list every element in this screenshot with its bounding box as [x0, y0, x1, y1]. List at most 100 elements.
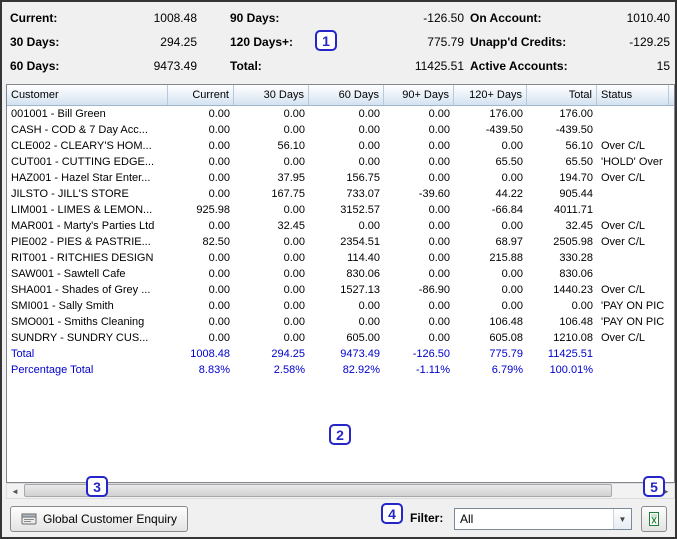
cell-d90: 0.00 [428, 268, 450, 280]
cell-customer: PIE002 - PIES & PASTRIE... [11, 236, 151, 248]
column-header-status[interactable]: Status [597, 85, 669, 105]
cell-status [597, 106, 669, 122]
column-header-d60[interactable]: 60 Days [309, 85, 384, 105]
cell-customer: HAZ001 - Hazel Star Enter... [11, 172, 151, 184]
annotation-badge-1: 1 [315, 30, 337, 51]
cell-status [597, 202, 669, 218]
cell-d90: -86.90 [418, 284, 450, 296]
column-header-d120[interactable]: 120+ Days [454, 85, 527, 105]
global-customer-enquiry-button[interactable]: Global Customer Enquiry [10, 506, 189, 532]
column-header-current[interactable]: Current [168, 85, 234, 105]
scrollbar-track[interactable] [23, 484, 658, 498]
cell-d90: 0.00 [428, 124, 450, 136]
table-row[interactable]: JILSTO - JILL'S STORE 0.00 167.75 733.07 -39… [7, 186, 674, 202]
table-total-row[interactable]: Total 1008.48 294.25 9473.49 -126.50 775.79 11… [7, 346, 674, 362]
cell-customer: SAW001 - Sawtell Cafe [11, 268, 126, 280]
cell-d60: 0.00 [358, 108, 380, 120]
table-row[interactable]: SUNDRY - SUNDRY CUS... 0.00 0.00 605.00 0.00… [7, 330, 674, 346]
cell-status [597, 250, 669, 266]
table-row[interactable]: 001001 - Bill Green 0.00 0.00 0.00 0.00 176.0… [7, 106, 674, 122]
cell-d90: 0.00 [428, 140, 450, 152]
cell-current: 1008.48 [190, 348, 230, 360]
table-row[interactable]: PIE002 - PIES & PASTRIE... 82.50 0.00 2354.… [7, 234, 674, 250]
cell-d120: 605.08 [489, 332, 523, 344]
cell-total: -439.50 [555, 124, 593, 136]
cell-customer: MAR001 - Marty's Parties Ltd [11, 220, 155, 232]
cell-d90: -126.50 [412, 348, 450, 360]
cell-status [597, 186, 669, 202]
cell-total: 65.50 [565, 156, 593, 168]
summary-value-90days: -126.50 [423, 11, 464, 25]
chevron-down-icon[interactable]: ▼ [613, 509, 631, 529]
cell-d60: 0.00 [358, 316, 380, 328]
cell-current: 0.00 [208, 220, 230, 232]
summary-label-unappd-credits: Unapp'd Credits: [470, 35, 567, 49]
annotation-badge-4: 4 [381, 503, 403, 524]
cell-total: 830.06 [559, 268, 593, 280]
table-row[interactable]: CLE002 - CLEARY'S HOM... 0.00 56.10 0.00 0.0… [7, 138, 674, 154]
cell-d120: 176.00 [489, 108, 523, 120]
cell-status: Over C/L [601, 220, 646, 232]
cell-d30: 0.00 [283, 268, 305, 280]
svg-text:X: X [651, 517, 657, 526]
table-row[interactable]: SHA001 - Shades of Grey ... 0.00 0.00 1527.… [7, 282, 674, 298]
cell-d120: 0.00 [501, 300, 523, 312]
cell-status [597, 266, 669, 282]
cell-total: 32.45 [565, 220, 593, 232]
cell-current: 0.00 [208, 316, 230, 328]
export-excel-button[interactable]: X [641, 506, 667, 532]
column-header-customer[interactable]: Customer [7, 85, 168, 105]
column-header-d30[interactable]: 30 Days [234, 85, 309, 105]
cell-current: 0.00 [208, 172, 230, 184]
cell-status: Over C/L [601, 332, 646, 344]
cell-d60: 156.75 [346, 172, 380, 184]
filter-dropdown[interactable]: All ▼ [454, 508, 632, 530]
cell-d120: -439.50 [485, 124, 523, 136]
cell-d90: -1.11% [415, 364, 450, 376]
column-header-total[interactable]: Total [527, 85, 597, 105]
cell-status: Over C/L [601, 140, 646, 152]
cell-current: 0.00 [208, 108, 230, 120]
cell-total: 106.48 [559, 316, 593, 328]
summary-value-30days: 294.25 [160, 35, 197, 49]
excel-export-icon: X [646, 511, 662, 527]
cell-d30: 0.00 [283, 316, 305, 328]
table-percentage-row[interactable]: Percentage Total 8.83% 2.58% 82.92% -1.11% 6.… [7, 362, 674, 378]
cell-customer: 001001 - Bill Green [11, 108, 106, 120]
table-row[interactable]: SMI001 - Sally Smith 0.00 0.00 0.00 0.00 0.00… [7, 298, 674, 314]
cell-d120: 0.00 [501, 172, 523, 184]
column-header-d90[interactable]: 90+ Days [384, 85, 454, 105]
cell-d30: 0.00 [283, 300, 305, 312]
table-row[interactable]: SMO001 - Smiths Cleaning 0.00 0.00 0.00 0.00… [7, 314, 674, 330]
summary-value-active-accounts: 15 [656, 59, 670, 73]
cell-total: 4011.71 [554, 204, 593, 216]
cell-d60: 0.00 [358, 220, 380, 232]
cell-customer: SMI001 - Sally Smith [11, 300, 114, 312]
cell-d30: 0.00 [283, 108, 305, 120]
annotation-badge-5: 5 [643, 476, 665, 497]
cell-d30: 56.10 [277, 140, 305, 152]
table-row[interactable]: MAR001 - Marty's Parties Ltd 0.00 32.45 0.0… [7, 218, 674, 234]
cell-d90: 0.00 [428, 108, 450, 120]
cell-d30: 37.95 [277, 172, 305, 184]
cell-d90: -39.60 [418, 188, 450, 200]
cell-d90: 0.00 [428, 204, 450, 216]
cell-d60: 733.07 [346, 188, 380, 200]
scrollbar-thumb[interactable] [24, 484, 612, 497]
footer-bar: Global Customer Enquiry Filter: All ▼ X [2, 499, 675, 537]
cell-d120: 0.00 [501, 140, 523, 152]
table-row[interactable]: RIT001 - RITCHIES DESIGN 0.00 0.00 114.40 0.… [7, 250, 674, 266]
summary-label-active-accounts: Active Accounts: [470, 59, 568, 73]
table-row[interactable]: CUT001 - CUTTING EDGE... 0.00 0.00 0.00 0.00… [7, 154, 674, 170]
table-row[interactable]: CASH - COD & 7 Day Acc... 0.00 0.00 0.00 0.0… [7, 122, 674, 138]
cell-d30: 0.00 [283, 156, 305, 168]
table-row[interactable]: LIM001 - LIMES & LEMON... 925.98 0.00 3152.… [7, 202, 674, 218]
cell-d60: 0.00 [358, 124, 380, 136]
cell-customer: Percentage Total [11, 364, 94, 376]
cell-total: 11425.51 [547, 348, 593, 360]
cell-d120: 775.79 [489, 348, 523, 360]
scroll-left-icon[interactable]: ◄ [7, 484, 23, 498]
table-row[interactable]: HAZ001 - Hazel Star Enter... 0.00 37.95 156… [7, 170, 674, 186]
cell-d60: 0.00 [358, 156, 380, 168]
table-row[interactable]: SAW001 - Sawtell Cafe 0.00 0.00 830.06 0.00 0… [7, 266, 674, 282]
